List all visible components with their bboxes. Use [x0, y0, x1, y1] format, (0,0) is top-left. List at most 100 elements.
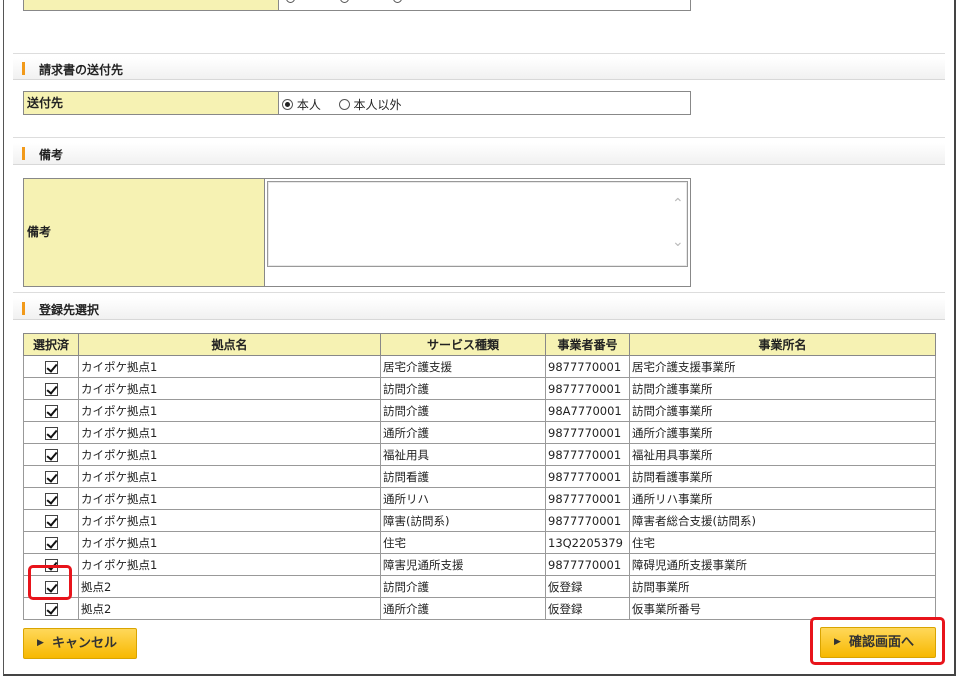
cell-service: 訪問介護 [380, 377, 546, 400]
column-header-base: 拠点名 [78, 333, 381, 356]
cell-number: 98A7770001 [545, 399, 630, 422]
payment-method-row-partial [23, 0, 691, 11]
radio-partial-2[interactable] [340, 0, 349, 3]
radio-partial-3[interactable] [393, 0, 402, 3]
table-row: カイポケ拠点1 居宅介護支援 9877770001 居宅介護支援事業所 [23, 355, 936, 378]
cell-number: 仮登録 [545, 597, 630, 620]
radio-label: 本人 [296, 98, 321, 112]
orange-bar-icon [22, 147, 25, 160]
divider [13, 137, 945, 138]
cell-service: 居宅介護支援 [380, 355, 546, 378]
cell-base: カイポケ拠点1 [78, 377, 381, 400]
scroll-up-icon[interactable]: ⌃ [672, 197, 684, 211]
table-row: カイポケ拠点1 通所リハ 9877770001 通所リハ事業所 [23, 487, 936, 510]
divider [13, 53, 945, 54]
destination-options: 本人 本人以外 [282, 96, 402, 113]
cell-office: 通所介護事業所 [629, 421, 936, 444]
cell-base: カイポケ拠点1 [78, 553, 381, 576]
select-cell [23, 355, 79, 378]
cell-number: 13Q2205379 [545, 531, 630, 554]
cell-number: 9877770001 [545, 553, 630, 576]
table-row: 拠点2 訪問介護 仮登録 訪問事業所 [23, 575, 936, 598]
table-header-row: 選択済 拠点名 サービス種類 事業者番号 事業所名 [23, 333, 936, 356]
row-checkbox[interactable] [44, 536, 58, 550]
cell-service: 通所リハ [380, 487, 546, 510]
cell-office: 福祉用具事業所 [629, 443, 936, 466]
cell-office: 訪問介護事業所 [629, 399, 936, 422]
table-row: カイポケ拠点1 福祉用具 9877770001 福祉用具事業所 [23, 443, 936, 466]
column-header-selected: 選択済 [23, 333, 79, 356]
select-cell [23, 399, 79, 422]
table-row: カイポケ拠点1 訪問介護 9877770001 訪問介護事業所 [23, 377, 936, 400]
cell-base: カイポケ拠点1 [78, 421, 381, 444]
cell-service: 訪問介護 [380, 399, 546, 422]
row-checkbox[interactable] [44, 426, 58, 440]
cell-office: 障害者総合支援(訪問系) [629, 509, 936, 532]
table-row: カイポケ拠点1 訪問看護 9877770001 訪問看護事業所 [23, 465, 936, 488]
cell-service: 障害児通所支援 [380, 553, 546, 576]
cancel-button-label: キャンセル [52, 636, 118, 651]
row-checkbox[interactable] [44, 602, 58, 616]
remarks-textarea[interactable] [267, 181, 688, 267]
radio-partial-1[interactable] [286, 0, 295, 3]
radio-option-other[interactable]: 本人以外 [338, 98, 402, 112]
section-title: 備考 [39, 148, 64, 162]
section-header-remarks: 備考 [13, 143, 945, 165]
radio-icon[interactable] [338, 99, 350, 110]
cell-office: 住宅 [629, 531, 936, 554]
cell-number: 9877770001 [545, 377, 630, 400]
cell-number: 9877770001 [545, 487, 630, 510]
section-title: 登録先選択 [39, 303, 100, 317]
cancel-button[interactable]: ▶ キャンセル [23, 628, 137, 659]
radio-option-self[interactable]: 本人 [282, 98, 325, 112]
remarks-row: 備考 ⌃ ⌄ [23, 178, 691, 287]
triangle-right-icon: ▶ [37, 638, 44, 648]
cell-base: カイポケ拠点1 [78, 487, 381, 510]
cell-base: 拠点2 [78, 575, 381, 598]
row-checkbox[interactable] [44, 360, 58, 374]
select-cell [23, 597, 79, 620]
row-checkbox[interactable] [44, 470, 58, 484]
remarks-label: 備考 [24, 179, 265, 286]
table-row: カイポケ拠点1 住宅 13Q2205379 住宅 [23, 531, 936, 554]
table-row: 拠点2 通所介護 仮登録 仮事業所番号 [23, 597, 936, 620]
cell-base: カイポケ拠点1 [78, 399, 381, 422]
cell-number: 仮登録 [545, 575, 630, 598]
section-title: 請求書の送付先 [39, 63, 124, 77]
row-checkbox[interactable] [44, 448, 58, 462]
cell-office: 訪問介護事業所 [629, 377, 936, 400]
radio-icon-selected[interactable] [282, 99, 293, 110]
select-cell [23, 421, 79, 444]
table-row: カイポケ拠点1 障害(訪問系) 9877770001 障害者総合支援(訪問系) [23, 509, 936, 532]
row-checkbox[interactable] [44, 492, 58, 506]
confirm-button-label: 確認画面へ [849, 635, 915, 650]
cell-service: 訪問看護 [380, 465, 546, 488]
divider [13, 292, 945, 293]
section-header-registration: 登録先選択 [13, 298, 945, 320]
select-cell [23, 531, 79, 554]
cell-service: 通所介護 [380, 597, 546, 620]
cell-number: 9877770001 [545, 355, 630, 378]
orange-bar-icon [22, 302, 25, 315]
destination-row: 送付先 本人 本人以外 [23, 91, 691, 115]
row-checkbox[interactable] [44, 514, 58, 528]
row-checkbox[interactable] [44, 382, 58, 396]
confirm-button[interactable]: ▶ 確認画面へ [820, 627, 936, 658]
row-checkbox[interactable] [44, 404, 58, 418]
cell-number: 9877770001 [545, 421, 630, 444]
cell-office: 訪問看護事業所 [629, 465, 936, 488]
cell-service: 障害(訪問系) [380, 509, 546, 532]
cell-office: 障碍児通所支援事業所 [629, 553, 936, 576]
radio-label: 本人以外 [353, 98, 402, 112]
section-header-invoice-destination: 請求書の送付先 [13, 58, 945, 80]
cell-office: 居宅介護支援事業所 [629, 355, 936, 378]
cell-base: 拠点2 [78, 597, 381, 620]
cell-base: カイポケ拠点1 [78, 443, 381, 466]
scroll-down-icon[interactable]: ⌄ [672, 235, 684, 249]
column-header-number: 事業者番号 [545, 333, 630, 356]
destination-label: 送付先 [24, 92, 279, 114]
table-row: カイポケ拠点1 通所介護 9877770001 通所介護事業所 [23, 421, 936, 444]
cell-service: 通所介護 [380, 421, 546, 444]
cell-base: カイポケ拠点1 [78, 465, 381, 488]
select-cell [23, 377, 79, 400]
